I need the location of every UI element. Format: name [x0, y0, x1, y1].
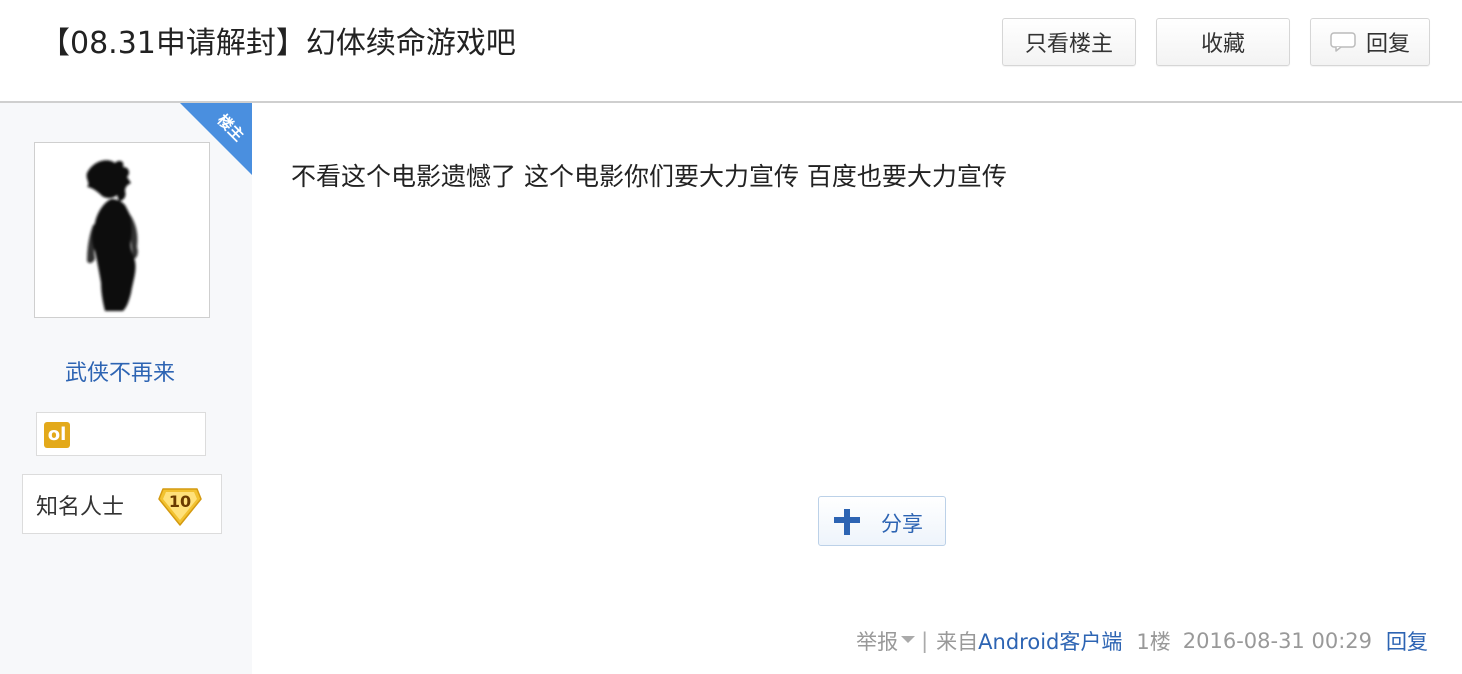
share-plus-icon: [834, 509, 860, 535]
floor-number: 1楼: [1136, 630, 1171, 654]
report-link[interactable]: 举报: [856, 626, 898, 656]
thread-header: 【08.31申请解封】幻体续命游戏吧 只看楼主 收藏 回复: [0, 0, 1462, 103]
level-title: 知名人士: [36, 495, 125, 520]
post-reply-link[interactable]: 回复: [1386, 626, 1428, 656]
author-username[interactable]: 武侠不再来: [0, 355, 240, 387]
author-level-box[interactable]: 知名人士 10: [22, 474, 222, 534]
only-op-label: 只看楼主: [1024, 32, 1113, 57]
speech-bubble-icon: [1330, 32, 1356, 52]
only-op-button[interactable]: 只看楼主: [1002, 18, 1136, 66]
leo-zodiac-icon[interactable]: ol: [44, 422, 70, 448]
author-badge-box: ol: [36, 412, 206, 456]
reply-button[interactable]: 回复: [1310, 18, 1430, 66]
thread-title: 【08.31申请解封】幻体续命游戏吧: [40, 26, 516, 61]
from-prefix: 来自: [936, 630, 979, 654]
report-dropdown-caret-icon[interactable]: [901, 635, 916, 643]
level-badge-icon: 10: [157, 483, 203, 527]
client-link[interactable]: Android客户端: [978, 626, 1122, 656]
reply-label: 回复: [1365, 32, 1410, 57]
post-meta-bar: 举报 | 来自 Android客户端 1楼 2016-08-31 00:29 回复: [856, 626, 1428, 656]
post-timestamp: 2016-08-31 00:29: [1182, 629, 1372, 653]
share-button[interactable]: 分享: [818, 496, 946, 546]
avatar[interactable]: [34, 142, 210, 318]
silhouette-avatar-image: [86, 160, 138, 311]
level-number: 10: [168, 492, 192, 511]
meta-separator: |: [921, 629, 929, 653]
favorite-label: 收藏: [1200, 32, 1245, 57]
share-label: 分享: [881, 512, 923, 536]
post-content: 不看这个电影遗憾了 这个电影你们要大力宣传 百度也要大力宣传: [291, 162, 1007, 191]
favorite-button[interactable]: 收藏: [1156, 18, 1290, 66]
